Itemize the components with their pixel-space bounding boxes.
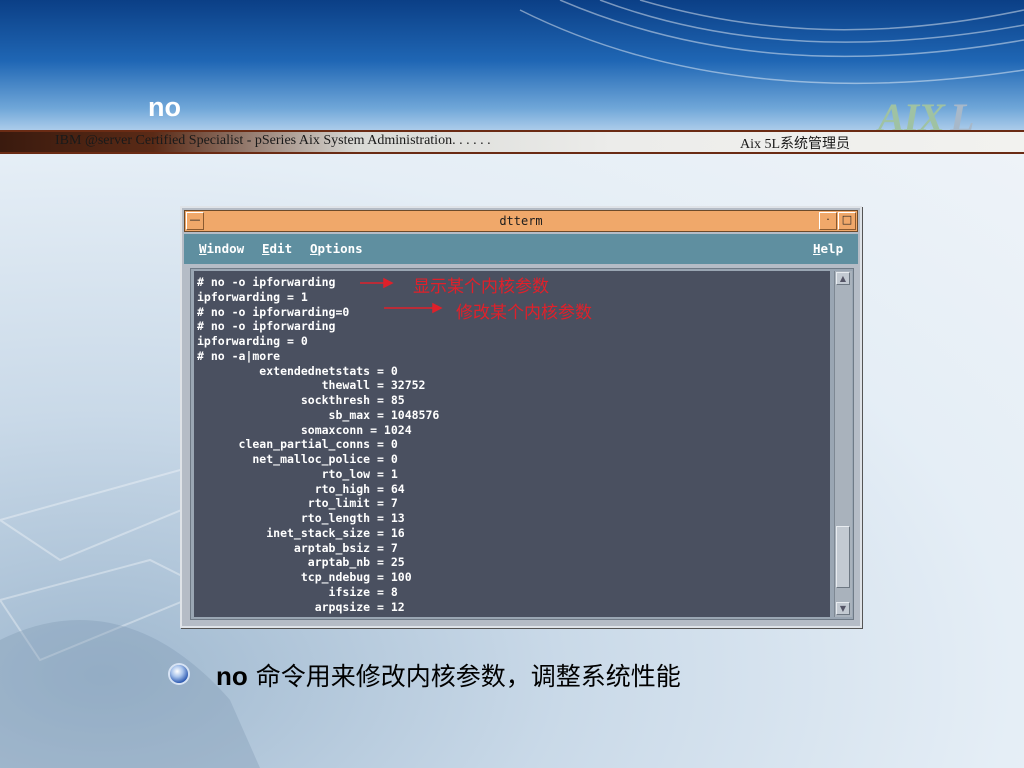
annotation-modify-param: 修改某个内核参数 xyxy=(456,303,592,323)
bullet-icon xyxy=(170,665,188,683)
arrow-head-modify xyxy=(432,302,443,314)
bullet-text: no 命令用来修改内核参数，调整系统性能 xyxy=(216,657,681,693)
annotation-show-param: 显示某个内核参数 xyxy=(413,277,549,297)
bullet-description: 命令用来修改内核参数，调整系统性能 xyxy=(247,662,681,691)
arrow-head-show xyxy=(383,277,394,289)
bullet-keyword: no xyxy=(216,661,248,691)
annotation-arrows xyxy=(360,277,443,314)
